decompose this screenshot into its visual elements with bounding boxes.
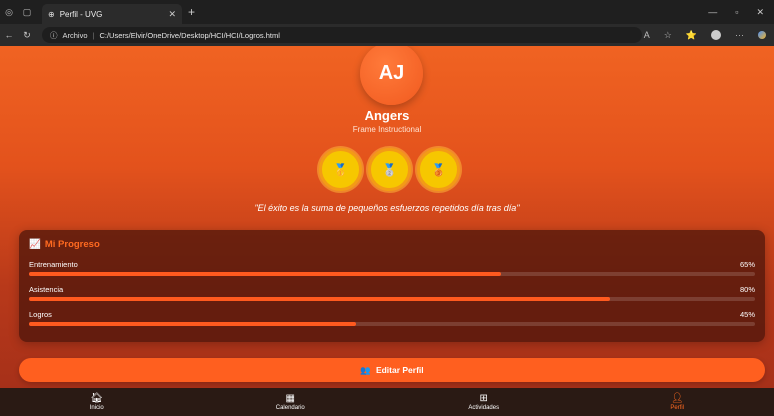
nav-item-perfil[interactable]: 👤︎ Perfil [581,388,774,416]
url-path: C:/Users/Elvir/OneDrive/Desktop/HCI/HCI/… [99,30,280,40]
badge-bronze[interactable]: 🥉 [417,148,460,191]
user-icon: 👤︎ [670,392,684,404]
edit-profile-label: Editar Perfil [375,365,424,375]
progress-fill [29,297,610,301]
nav-label: Inicio [89,404,104,411]
badges-row: 🥇 🥈 🥉 [319,148,460,191]
nav-label: Perfil [670,404,685,411]
progress-percent: 80% [739,285,755,294]
progress-fill [29,272,501,276]
progress-track [29,272,755,276]
favorite-star-icon[interactable]: ☆ [664,30,672,41]
favorites-icon[interactable]: ⭐ [686,30,697,41]
nav-item-inicio[interactable]: 🏠︎ Inicio [0,388,194,416]
profile-page: AJ Angers Frame Instructional 🥇 🥈 🥉 "El … [0,46,774,390]
close-window-icon[interactable]: ✕ [756,7,764,18]
nav-item-calendario[interactable]: ▦ Calendario [194,388,388,416]
avatar-initials: AJ [378,62,405,84]
progress-label: Asistencia [29,285,64,294]
profile-role: Frame Instructional [352,125,422,134]
tab-actions-icon[interactable]: ▢ [18,0,36,24]
user-edit-icon: 👥 [360,364,371,375]
new-tab-button[interactable]: + [188,5,195,19]
chart-line-icon: 📈 [29,239,41,250]
minimize-icon[interactable]: — [708,7,717,18]
nav-item-actividades[interactable]: ⊞ Actividades [387,388,581,416]
profile-icon[interactable] [711,30,721,40]
progress-title: 📈 Mi Progreso [29,239,100,250]
read-aloud-icon[interactable]: A [644,30,650,40]
workspaces-icon[interactable]: ◎ [0,0,18,24]
progress-track [29,322,755,326]
globe-icon: ⊕ [48,9,55,19]
progress-track [29,297,755,301]
close-tab-icon[interactable]: ✕ [168,9,176,20]
medal-bronze-icon: 🥉 [431,162,446,177]
home-icon: 🏠︎ [90,392,104,404]
url-separator: | [92,30,95,40]
motivational-quote: "El éxito es la suma de pequeños esfuerz… [254,203,520,213]
badge-silver[interactable]: 🥈 [368,148,411,191]
restore-icon[interactable]: ▫ [735,7,738,18]
progress-percent: 45% [739,310,755,319]
edit-profile-button[interactable]: 👥 Editar Perfil [19,358,765,382]
nav-label: Actividades [468,404,500,411]
progress-percent: 65% [739,260,755,269]
progress-card: 📈 Mi Progreso Entrenamiento 65% Asistenc… [19,230,765,342]
dumbbell-icon: ⊞ [479,392,488,404]
profile-name: Angers [364,108,410,123]
browser-address-bar: ← ↻ ⓘ Archivo | C:/Users/Elvir/OneDrive/… [0,24,774,46]
progress-title-text: Mi Progreso [44,239,100,250]
info-icon: ⓘ [50,30,58,40]
progress-label: Logros [29,310,52,319]
calendar-icon: ▦ [285,392,295,404]
progress-label: Entrenamiento [29,260,78,269]
bottom-nav: 🏠︎ Inicio ▦ Calendario ⊞ Actividades 👤︎ … [0,388,774,416]
back-icon[interactable]: ← [0,30,18,40]
progress-fill [29,322,356,326]
avatar: AJ [360,46,423,105]
badge-gold[interactable]: 🥇 [319,148,362,191]
url-field[interactable]: ⓘ Archivo | C:/Users/Elvir/OneDrive/Desk… [42,27,642,43]
more-icon[interactable]: ··· [735,30,744,40]
browser-tab-bar: ◎ ▢ ⊕ Perfil - UVG ✕ + — ▫ ✕ [0,0,774,24]
medal-silver-icon: 🥈 [382,162,397,177]
medal-gold-icon: 🥇 [333,162,348,177]
reload-icon[interactable]: ↻ [18,30,36,41]
nav-label: Calendario [275,404,305,411]
url-prefix: Archivo [62,30,88,40]
copilot-icon[interactable] [758,31,766,39]
browser-tab[interactable]: ⊕ Perfil - UVG ✕ [42,4,182,24]
tab-title: Perfil - UVG [59,9,103,19]
